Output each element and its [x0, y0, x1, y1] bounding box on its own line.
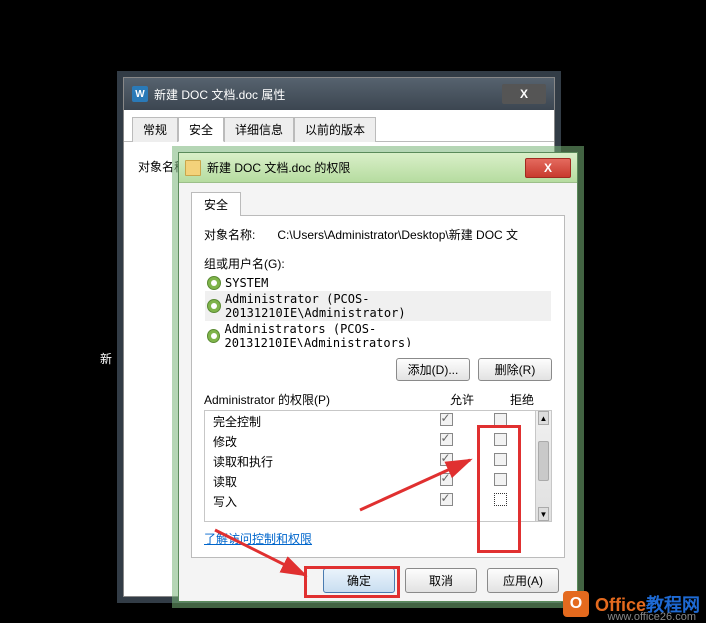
- list-item[interactable]: SYSTEM: [205, 275, 551, 291]
- permissions-table: 完全控制 修改 读取和执行 读取: [204, 410, 552, 522]
- permissions-header: Administrator 的权限(P) 允许 拒绝: [204, 391, 552, 408]
- permissions-tabstrip: 安全: [191, 191, 565, 216]
- allow-checkbox[interactable]: [440, 413, 453, 426]
- perm-name: 修改: [213, 433, 419, 450]
- apply-button[interactable]: 应用(A): [487, 568, 559, 593]
- add-button[interactable]: 添加(D)...: [396, 358, 470, 381]
- scrollbar[interactable]: ▲ ▼: [535, 411, 551, 521]
- tab-previous-versions[interactable]: 以前的版本: [294, 117, 376, 142]
- user-name: Administrators (PCOS-20131210IE\Administ…: [224, 322, 549, 348]
- allow-checkbox[interactable]: [440, 453, 453, 466]
- allow-checkbox[interactable]: [440, 473, 453, 486]
- properties-tabs: 常规 安全 详细信息 以前的版本: [124, 110, 554, 142]
- tab-security[interactable]: 安全: [191, 192, 241, 216]
- table-row: 读取和执行: [205, 451, 535, 471]
- permissions-window: 新建 DOC 文档.doc 的权限 X 安全 对象名称: C:\Users\Ad…: [178, 152, 578, 602]
- allow-checkbox[interactable]: [440, 493, 453, 506]
- user-list[interactable]: SYSTEM Administrator (PCOS-20131210IE\Ad…: [204, 274, 552, 348]
- deny-checkbox[interactable]: [494, 473, 507, 486]
- permissions-title-label: Administrator 的权限(P): [204, 391, 432, 408]
- table-row: 完全控制: [205, 411, 535, 431]
- deny-checkbox[interactable]: [494, 453, 507, 466]
- user-icon: [207, 329, 220, 343]
- scroll-down-icon[interactable]: ▼: [538, 507, 549, 521]
- object-name-label: 对象名称:: [204, 226, 274, 243]
- cancel-button[interactable]: 取消: [405, 568, 477, 593]
- remove-button[interactable]: 删除(R): [478, 358, 552, 381]
- watermark-url: www.office26.com: [608, 611, 696, 623]
- deny-column-header: 拒绝: [492, 391, 552, 408]
- deny-checkbox[interactable]: [494, 433, 507, 446]
- permissions-title: 新建 DOC 文档.doc 的权限: [207, 159, 350, 176]
- user-name: SYSTEM: [225, 276, 268, 290]
- properties-title: 新建 DOC 文档.doc 属性: [154, 86, 285, 103]
- user-icon: [207, 276, 221, 290]
- object-path-text: C:\Users\Administrator\Desktop\新建 DOC 文: [277, 228, 518, 242]
- allow-checkbox[interactable]: [440, 433, 453, 446]
- table-row: 写入: [205, 491, 535, 511]
- group-users-label: 组或用户名(G):: [204, 255, 552, 272]
- deny-checkbox[interactable]: [494, 413, 507, 426]
- doc-icon: W: [132, 86, 148, 102]
- list-item[interactable]: Administrators (PCOS-20131210IE\Administ…: [205, 321, 551, 348]
- allow-column-header: 允许: [432, 391, 492, 408]
- deny-checkbox[interactable]: [494, 493, 507, 506]
- tab-details[interactable]: 详细信息: [224, 117, 294, 142]
- user-icon: [207, 299, 221, 313]
- learn-access-control-link[interactable]: 了解访问控制和权限: [204, 530, 552, 547]
- office-logo-icon: O: [563, 591, 589, 617]
- perm-name: 写入: [213, 493, 419, 510]
- perm-name: 读取和执行: [213, 453, 419, 470]
- close-icon[interactable]: X: [525, 158, 571, 178]
- user-name: Administrator (PCOS-20131210IE\Administr…: [225, 292, 549, 320]
- perm-name: 读取: [213, 473, 419, 490]
- scroll-thumb[interactable]: [538, 441, 549, 481]
- list-item[interactable]: Administrator (PCOS-20131210IE\Administr…: [205, 291, 551, 321]
- scroll-up-icon[interactable]: ▲: [538, 411, 549, 425]
- ok-button[interactable]: 确定: [323, 568, 395, 593]
- tab-security[interactable]: 安全: [178, 117, 224, 142]
- close-icon[interactable]: X: [502, 84, 546, 104]
- properties-titlebar[interactable]: W 新建 DOC 文档.doc 属性 X: [124, 78, 554, 110]
- perm-name: 完全控制: [213, 413, 419, 430]
- table-row: 修改: [205, 431, 535, 451]
- permissions-titlebar[interactable]: 新建 DOC 文档.doc 的权限 X: [179, 153, 577, 183]
- folder-icon: [185, 160, 201, 176]
- desktop-icon-label: 新: [100, 350, 112, 367]
- table-row: 读取: [205, 471, 535, 491]
- tab-general[interactable]: 常规: [132, 117, 178, 142]
